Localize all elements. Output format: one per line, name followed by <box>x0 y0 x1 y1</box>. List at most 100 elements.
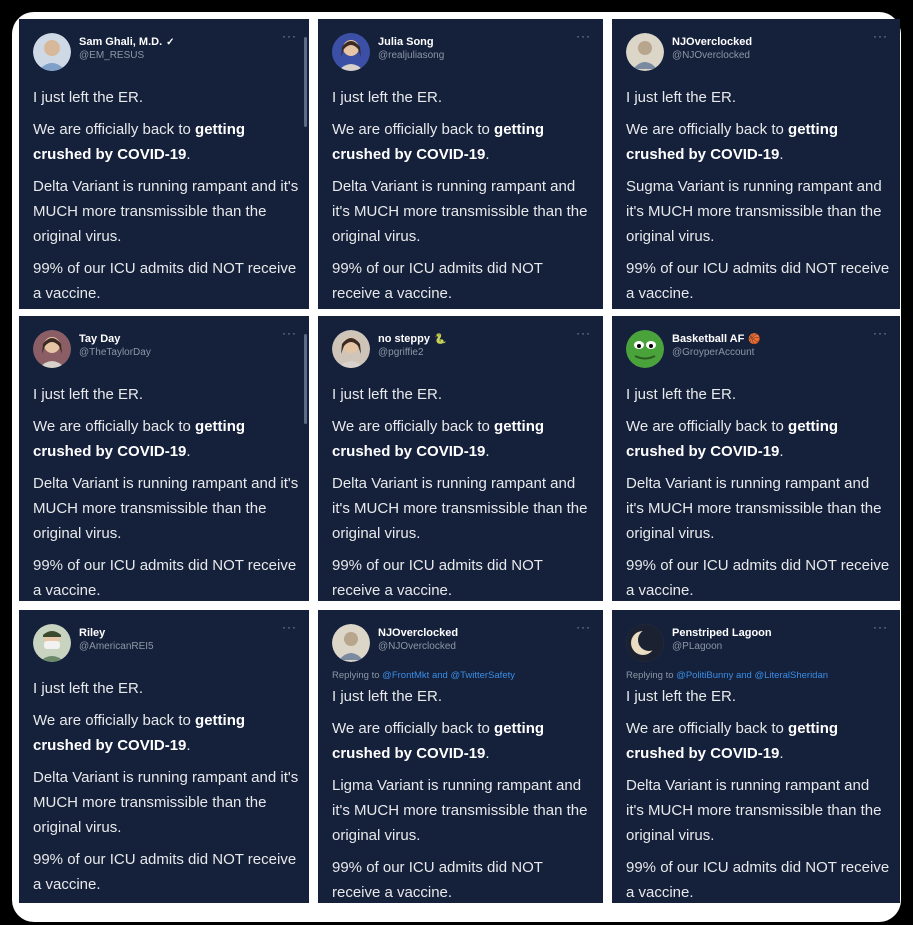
tweet-line: 99% of our ICU admits did NOT receive a … <box>626 859 890 901</box>
display-name[interactable]: NJOverclocked <box>378 627 458 639</box>
tweet-line: I just left the ER. <box>626 386 737 403</box>
tweet-line: Ligma Variant is running rampant and it'… <box>332 777 588 844</box>
more-options-icon[interactable]: ··· <box>576 620 591 634</box>
name-emoji: 🏀 <box>748 334 761 345</box>
user-handle[interactable]: @TheTaylorDay <box>79 347 151 358</box>
tweet-line: Sugma Variant is running rampant and it'… <box>626 178 882 245</box>
scrollbar[interactable] <box>304 37 307 127</box>
tweet-line: I just left the ER. <box>332 386 443 403</box>
display-name[interactable]: Tay Day <box>79 333 120 345</box>
tweet-line: 99% of our ICU admits did NOT receive a … <box>33 851 297 893</box>
tweet-line: 99% of our ICU admits did NOT receive a … <box>626 557 890 599</box>
avatar[interactable] <box>33 33 71 71</box>
user-handle[interactable]: @GroyperAccount <box>672 347 754 358</box>
display-name[interactable]: Basketball AF <box>672 333 744 345</box>
tweet-card[interactable]: Tay Day @TheTaylorDay ··· I just left the E… <box>19 316 309 601</box>
display-name[interactable]: Penstriped Lagoon <box>672 627 772 639</box>
user-handle[interactable]: @NJOverclocked <box>672 50 750 61</box>
tweet-line: 99% of our ICU admits did NOT receive a … <box>332 859 543 901</box>
tweet-line: I just left the ER. <box>626 89 737 106</box>
tweet-line: Delta Variant is running rampant and it'… <box>626 777 882 844</box>
more-options-icon[interactable]: ··· <box>576 29 591 43</box>
more-options-icon[interactable]: ··· <box>282 326 297 340</box>
tweet-card[interactable]: Julia Song @realjuliasong ··· I just left t… <box>318 19 603 309</box>
tweet-line: We are officially back to getting crushe… <box>33 712 246 754</box>
tweet-line: Delta Variant is running rampant and it'… <box>33 769 299 836</box>
avatar[interactable] <box>626 330 664 368</box>
tweet-body: I just left the ER. We are officially bac… <box>33 676 299 903</box>
tweet-grid: Sam Ghali, M.D. ✓ @EM_RESUS ··· I just left … <box>0 0 913 925</box>
tweet-card[interactable]: no steppy 🐍 @pgriffie2 ··· I just left the E… <box>318 316 603 601</box>
tweet-line: We are officially back to getting crushe… <box>626 418 839 460</box>
tweet-line: I just left the ER. <box>332 89 443 106</box>
tweet-line: We are officially back to getting crushe… <box>332 418 545 460</box>
user-handle[interactable]: @PLagoon <box>672 641 722 652</box>
tweet-line: 99% of our ICU admits did NOT receive a … <box>332 557 543 599</box>
tweet-line: We are officially back to getting crushe… <box>33 121 246 163</box>
more-options-icon[interactable]: ··· <box>282 620 297 634</box>
tweet-card[interactable]: Basketball AF 🏀 @GroyperAccount ··· I just l… <box>612 316 900 601</box>
tweet-body: I just left the ER. We are officially bac… <box>33 85 299 309</box>
tweet-line: I just left the ER. <box>33 680 144 697</box>
tweet-line: 99% of our ICU admits did NOT receive a … <box>626 260 890 302</box>
avatar[interactable] <box>332 624 370 662</box>
tweet-card[interactable]: NJOverclocked @NJOverclocked ··· I just lef… <box>612 19 900 309</box>
tweet-line: We are officially back to getting crushe… <box>332 720 545 762</box>
more-options-icon[interactable]: ··· <box>873 620 888 634</box>
user-handle[interactable]: @AmericanREI5 <box>79 641 154 652</box>
avatar[interactable] <box>33 330 71 368</box>
tweet-line: Delta Variant is running rampant and it'… <box>332 178 588 245</box>
mention-link[interactable]: @PolitiBunny <box>676 670 733 681</box>
replying-to: Replying to @FrontMkt and @TwitterSafety <box>332 670 515 681</box>
tweet-body: I just left the ER. We are officially bac… <box>33 382 299 601</box>
name-emoji: 🐍 <box>433 334 447 345</box>
verified-badge-icon: ✓ <box>166 37 175 48</box>
tweet-card[interactable]: Riley @AmericanREI5 ··· I just left the ER.… <box>19 610 309 903</box>
tweet-body: I just left the ER. We are officially bac… <box>332 85 593 309</box>
replying-to: Replying to @PolitiBunny and @LiteralShe… <box>626 670 829 681</box>
avatar[interactable] <box>332 33 370 71</box>
tweet-body: I just left the ER. We are officially bac… <box>332 684 593 903</box>
avatar[interactable] <box>33 624 71 662</box>
avatar[interactable] <box>626 33 664 71</box>
more-options-icon[interactable]: ··· <box>873 326 888 340</box>
tweet-line: I just left the ER. <box>626 688 737 705</box>
tweet-line: 99% of our ICU admits did NOT receive a … <box>332 260 543 302</box>
tweet-line: We are officially back to getting crushe… <box>33 418 246 460</box>
more-options-icon[interactable]: ··· <box>576 326 591 340</box>
user-handle[interactable]: @EM_RESUS <box>79 50 144 61</box>
tweet-line: We are officially back to getting crushe… <box>626 720 839 762</box>
avatar[interactable] <box>332 330 370 368</box>
tweet-body: I just left the ER. We are officially bac… <box>626 684 890 903</box>
tweet-body: I just left the ER. We are officially bac… <box>626 85 890 309</box>
avatar[interactable] <box>626 624 664 662</box>
display-name[interactable]: NJOverclocked <box>672 36 752 48</box>
display-name[interactable]: Julia Song <box>378 36 434 48</box>
display-name[interactable]: Riley <box>79 627 105 639</box>
tweet-card[interactable]: Sam Ghali, M.D. ✓ @EM_RESUS ··· I just left … <box>19 19 309 309</box>
tweet-line: Delta Variant is running rampant and it'… <box>33 475 299 542</box>
tweet-line: Delta Variant is running rampant and it'… <box>626 475 882 542</box>
user-handle[interactable]: @NJOverclocked <box>378 641 456 652</box>
tweet-line: Delta Variant is running rampant and it'… <box>33 178 299 245</box>
tweet-line: I just left the ER. <box>33 89 144 106</box>
tweet-card[interactable]: NJOverclocked @NJOverclocked ··· Replying t… <box>318 610 603 903</box>
tweet-card[interactable]: Penstriped Lagoon @PLagoon ··· Replying to … <box>612 610 900 903</box>
tweet-line: I just left the ER. <box>332 688 443 705</box>
scrollbar[interactable] <box>304 334 307 424</box>
tweet-body: I just left the ER. We are officially bac… <box>626 382 890 601</box>
tweet-line: 99% of our ICU admits did NOT receive a … <box>33 260 297 302</box>
display-name[interactable]: no steppy <box>378 333 430 345</box>
user-handle[interactable]: @realjuliasong <box>378 50 444 61</box>
user-handle[interactable]: @pgriffie2 <box>378 347 424 358</box>
tweet-line: 99% of our ICU admits did NOT receive a … <box>33 557 297 599</box>
mention-link[interactable]: @TwitterSafety <box>450 670 515 681</box>
tweet-line: Delta Variant is running rampant and it'… <box>332 475 588 542</box>
mention-link[interactable]: @FrontMkt <box>382 670 429 681</box>
mention-link[interactable]: @LiteralSheridan <box>754 670 828 681</box>
tweet-line: We are officially back to getting crushe… <box>332 121 545 163</box>
tweet-line: We are officially back to getting crushe… <box>626 121 839 163</box>
display-name[interactable]: Sam Ghali, M.D. <box>79 36 162 48</box>
more-options-icon[interactable]: ··· <box>873 29 888 43</box>
more-options-icon[interactable]: ··· <box>282 29 297 43</box>
